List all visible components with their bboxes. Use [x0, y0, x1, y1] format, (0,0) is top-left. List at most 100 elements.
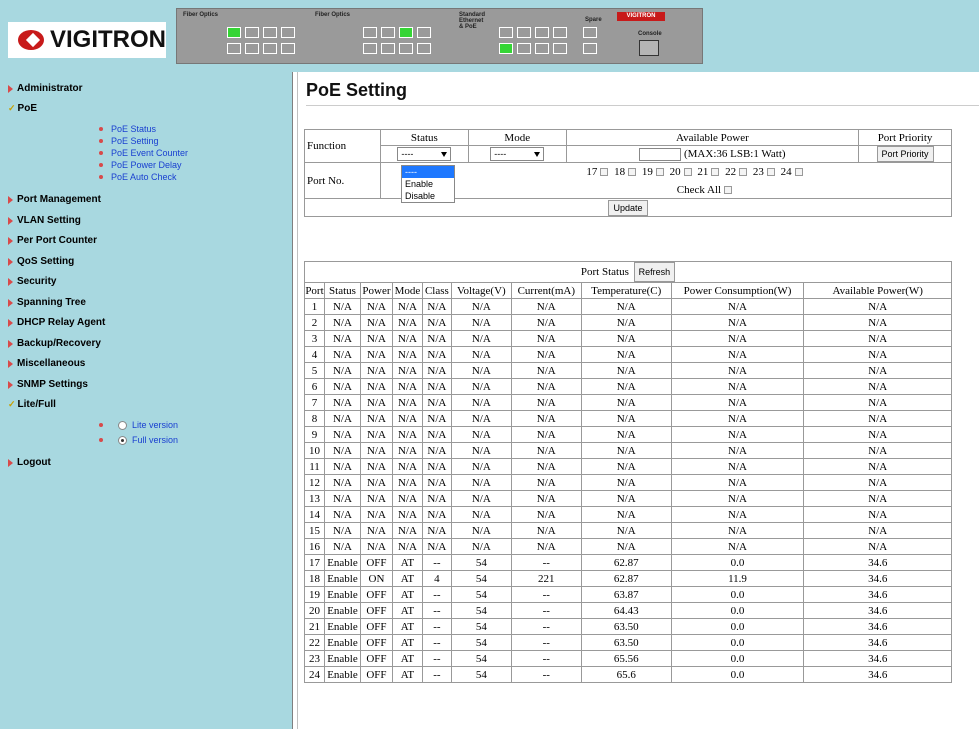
sidebar-item-backup-recovery[interactable]: Backup/Recovery: [8, 338, 101, 349]
lite-version-radio[interactable]: [118, 420, 127, 430]
table-cell: N/A: [421, 458, 452, 475]
sidebar-subitem-label: PoE Power Delay: [111, 160, 182, 170]
table-cell: 5: [304, 362, 325, 379]
sidebar-item-per-port-counter[interactable]: Per Port Counter: [8, 235, 97, 246]
lite-version-option[interactable]: Lite version: [99, 420, 178, 430]
sidebar-item-label: Miscellaneous: [17, 358, 86, 369]
sidebar-item-dhcp-relay-agent[interactable]: DHCP Relay Agent: [8, 317, 105, 328]
table-cell: N/A: [323, 394, 361, 411]
table-cell: N/A: [391, 362, 423, 379]
port-priority-button[interactable]: Port Priority: [876, 146, 934, 162]
column-header: Port: [304, 282, 325, 299]
port-22-checkbox[interactable]: [739, 167, 748, 176]
table-cell: --: [421, 666, 452, 683]
sidebar-item-spanning-tree[interactable]: Spanning Tree: [8, 297, 86, 308]
sidebar-subitem-poe-power-delay[interactable]: PoE Power Delay: [99, 160, 182, 170]
switch-port-light: [553, 27, 567, 38]
refresh-button[interactable]: Refresh: [633, 262, 676, 282]
sidebar-item-qos-setting[interactable]: QoS Setting: [8, 256, 74, 267]
table-cell: 0.0: [670, 666, 805, 683]
port-checkbox-row: 17 18 19 20 21 22 23 24: [441, 166, 951, 178]
table-cell: N/A: [450, 490, 512, 507]
status-option-none[interactable]: ----: [402, 166, 454, 178]
status-option-disable[interactable]: Disable: [402, 190, 454, 202]
table-cell: 0.0: [670, 634, 805, 651]
sidebar-item-security[interactable]: Security: [8, 276, 56, 287]
sidebar-subitem-poe-auto-check[interactable]: PoE Auto Check: [99, 172, 177, 182]
available-power-hint: (MAX:36 LSB:1 Watt): [683, 147, 786, 160]
mode-select[interactable]: ----: [490, 147, 545, 161]
table-cell: N/A: [580, 490, 672, 507]
table-cell: N/A: [803, 410, 952, 427]
table-cell: ON: [359, 570, 393, 587]
table-cell: N/A: [803, 362, 952, 379]
table-cell: N/A: [391, 490, 423, 507]
switch-port-light: [417, 43, 431, 54]
sidebar-item-poe[interactable]: ✓ PoE: [8, 103, 37, 114]
check-all-checkbox[interactable]: [724, 185, 733, 194]
table-cell: N/A: [803, 298, 952, 315]
check-icon: ✓: [8, 399, 16, 409]
page-title: PoE Setting: [306, 80, 408, 100]
sidebar-subitem-poe-setting[interactable]: PoE Setting: [99, 136, 159, 146]
table-cell: N/A: [391, 394, 423, 411]
arrow-right-icon: [8, 257, 13, 266]
status-option-enable[interactable]: Enable: [402, 178, 454, 190]
sidebar-item-port-management[interactable]: Port Management: [8, 194, 101, 205]
table-cell: 63.50: [580, 618, 672, 635]
table-cell: N/A: [323, 378, 361, 395]
sidebar-item-snmp-settings[interactable]: SNMP Settings: [8, 379, 88, 390]
table-cell: 65.56: [580, 650, 672, 667]
available-power-input[interactable]: [639, 147, 682, 161]
port-21-checkbox[interactable]: [711, 167, 720, 176]
switch-port-light: [245, 27, 259, 38]
table-cell: Enable: [323, 570, 361, 587]
full-version-option[interactable]: Full version: [99, 435, 178, 445]
main-content: PoE Setting Function Status Mode Availab…: [298, 72, 979, 729]
table-cell: OFF: [359, 618, 393, 635]
table-cell: N/A: [803, 538, 952, 555]
table-cell: N/A: [803, 378, 952, 395]
table-row: 24 Enable OFF AT -- 54 -- 65.6 0.0 34.6: [304, 666, 952, 683]
column-header-row: Port Status Power Mode Class Voltage(V) Curren…: [304, 282, 952, 299]
table-cell: 65.6: [580, 666, 672, 683]
table-cell: N/A: [323, 346, 361, 363]
sidebar-item-administrator[interactable]: Administrator: [8, 83, 83, 94]
table-row: 3 N/A N/A N/A N/A N/A N/A N/A N/A N/A: [304, 330, 952, 347]
bullet-icon: [99, 151, 103, 155]
port-23-checkbox[interactable]: [766, 167, 775, 176]
table-cell: N/A: [450, 442, 512, 459]
table-cell: N/A: [510, 378, 582, 395]
table-cell: N/A: [510, 394, 582, 411]
port-18-checkbox[interactable]: [628, 167, 637, 176]
sidebar-item-vlan-setting[interactable]: VLAN Setting: [8, 215, 81, 226]
full-version-radio[interactable]: [118, 435, 127, 445]
table-cell: 8: [304, 410, 325, 427]
table-cell: 0.0: [670, 602, 805, 619]
table-cell: N/A: [670, 426, 805, 443]
table-cell: N/A: [359, 458, 393, 475]
port-17-checkbox[interactable]: [600, 167, 609, 176]
port-number-label: 18: [614, 165, 626, 178]
port-20-checkbox[interactable]: [683, 167, 692, 176]
table-cell: AT: [391, 650, 423, 667]
port-24-checkbox[interactable]: [794, 167, 803, 176]
port-19-checkbox[interactable]: [655, 167, 664, 176]
column-header: Power: [359, 282, 393, 299]
table-cell: N/A: [323, 490, 361, 507]
sidebar-item-lite-full[interactable]: ✓ Lite/Full: [8, 399, 56, 410]
sidebar-item-miscellaneous[interactable]: Miscellaneous: [8, 358, 85, 369]
update-button[interactable]: Update: [608, 199, 648, 216]
sidebar-item-logout[interactable]: Logout: [8, 457, 51, 468]
switch-port-light: [363, 43, 377, 54]
sidebar-subitem-poe-event-counter[interactable]: PoE Event Counter: [99, 148, 188, 158]
sidebar-subitem-poe-status[interactable]: PoE Status: [99, 124, 156, 134]
switch-port-light: [381, 27, 395, 38]
table-cell: N/A: [421, 346, 452, 363]
table-cell: N/A: [421, 362, 452, 379]
console-label: Console: [638, 31, 662, 37]
table-cell: N/A: [670, 490, 805, 507]
status-select[interactable]: ----: [397, 147, 452, 161]
sidebar-item-label: Spanning Tree: [17, 297, 86, 308]
table-cell: N/A: [359, 426, 393, 443]
